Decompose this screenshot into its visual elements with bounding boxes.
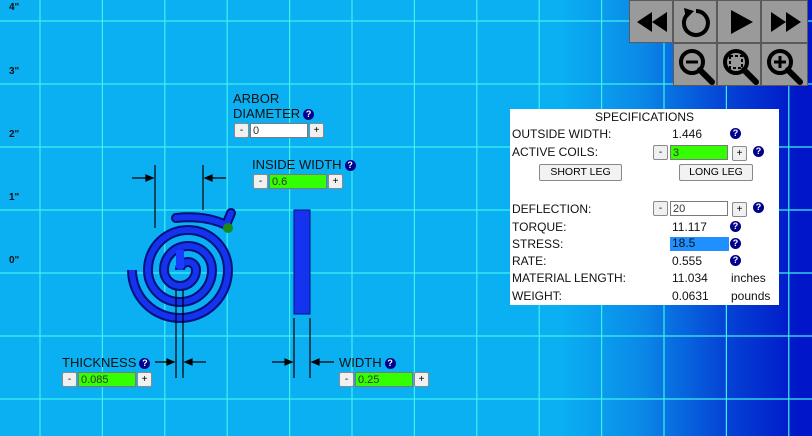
specifications-title: SPECIFICATIONS xyxy=(594,110,695,124)
active-coils-increment-button[interactable]: + xyxy=(732,146,747,161)
reset-button[interactable] xyxy=(673,0,717,43)
weight-unit: pounds xyxy=(731,289,771,303)
fast-forward-icon xyxy=(771,12,801,32)
width-label-text: WIDTH xyxy=(339,355,382,370)
arbor-diameter-increment-button[interactable]: + xyxy=(309,123,324,138)
inside-width-label-text: INSIDE WIDTH xyxy=(252,157,342,172)
rewind-icon xyxy=(637,12,667,32)
deflection-help-icon[interactable]: ? xyxy=(753,202,764,213)
rate-label: RATE: xyxy=(512,254,547,268)
active-coils-input[interactable] xyxy=(670,145,728,160)
play-button[interactable] xyxy=(717,0,761,43)
arbor-diameter-input[interactable] xyxy=(250,123,308,138)
outside-width-help-icon[interactable]: ? xyxy=(730,128,741,139)
spring-side-view xyxy=(293,209,311,315)
stress-value: 18.5 xyxy=(670,237,729,251)
torque-label: TORQUE: xyxy=(512,220,567,234)
spring-coil xyxy=(127,208,236,323)
thickness-help-icon[interactable]: ? xyxy=(139,358,151,369)
width-increment-button[interactable]: + xyxy=(414,372,429,387)
inside-width-input[interactable] xyxy=(269,174,327,189)
spring-designer-canvas: 4" 3" 2" 1" 0" ARBOR DIAMETER ? - 0 + IN… xyxy=(0,0,812,436)
thickness-increment-button[interactable]: + xyxy=(137,372,152,387)
active-coils-decrement-button[interactable]: - xyxy=(653,145,668,160)
stress-help-icon[interactable]: ? xyxy=(730,238,741,249)
thickness-input[interactable] xyxy=(78,372,136,387)
reset-icon xyxy=(681,8,710,37)
arbor-diameter-label-line1: ARBOR xyxy=(233,91,280,106)
zoom-fit-button[interactable] xyxy=(717,43,761,86)
inside-width-increment-button[interactable]: + xyxy=(328,174,343,189)
material-length-unit: inches xyxy=(731,271,766,285)
material-length-label: MATERIAL LENGTH: xyxy=(512,271,627,285)
zoom-in-button[interactable] xyxy=(761,43,808,86)
deflection-increment-button[interactable]: + xyxy=(732,202,747,217)
zoom-out-button[interactable] xyxy=(673,43,717,86)
arbor-diameter-label: DIAMETER? xyxy=(233,106,315,121)
arbor-diameter-label-line2: DIAMETER xyxy=(233,106,301,121)
fast-forward-button[interactable] xyxy=(761,0,808,43)
zoom-fit-icon xyxy=(723,49,759,85)
stress-label: STRESS: xyxy=(512,237,564,251)
deflection-label: DEFLECTION: xyxy=(512,202,592,216)
thickness-label-text: THICKNESS xyxy=(62,355,137,370)
inside-width-label: INSIDE WIDTH? xyxy=(252,158,356,172)
play-icon xyxy=(731,10,753,34)
inside-width-help-icon[interactable]: ? xyxy=(344,160,356,171)
active-coils-help-icon[interactable]: ? xyxy=(753,146,764,157)
arbor-diameter-help-icon[interactable]: ? xyxy=(303,109,315,120)
width-label: WIDTH? xyxy=(339,356,396,370)
specifications-panel: SPECIFICATIONS OUTSIDE WIDTH: 1.446 ? AC… xyxy=(510,109,779,305)
rewind-button[interactable] xyxy=(629,0,673,43)
width-help-icon[interactable]: ? xyxy=(384,358,396,369)
zoom-out-icon xyxy=(679,49,715,85)
weight-value: 0.0631 xyxy=(672,289,709,303)
rate-help-icon[interactable]: ? xyxy=(730,255,741,266)
thickness-decrement-button[interactable]: - xyxy=(62,372,77,387)
torque-value: 11.117 xyxy=(672,220,707,234)
outside-width-label: OUTSIDE WIDTH: xyxy=(512,127,612,141)
zoom-in-icon xyxy=(767,49,803,85)
torque-help-icon[interactable]: ? xyxy=(730,221,741,232)
spring-anchor-dot xyxy=(223,223,233,233)
short-leg-button[interactable]: SHORT LEG xyxy=(539,164,622,181)
inside-width-decrement-button[interactable]: - xyxy=(253,174,268,189)
weight-label: WEIGHT: xyxy=(512,289,562,303)
width-decrement-button[interactable]: - xyxy=(339,372,354,387)
material-length-value: 11.034 xyxy=(672,271,708,285)
thickness-label: THICKNESS? xyxy=(62,355,151,370)
deflection-decrement-button[interactable]: - xyxy=(653,201,668,216)
rate-value: 0.555 xyxy=(672,254,703,268)
width-input[interactable] xyxy=(355,372,413,387)
width-dimension xyxy=(272,318,334,378)
long-leg-button[interactable]: LONG LEG xyxy=(679,164,753,181)
outside-width-value: 1.446 xyxy=(672,127,703,141)
arbor-diameter-decrement-button[interactable]: - xyxy=(234,123,249,138)
deflection-input[interactable] xyxy=(670,201,728,216)
active-coils-label: ACTIVE COILS: xyxy=(512,145,599,159)
